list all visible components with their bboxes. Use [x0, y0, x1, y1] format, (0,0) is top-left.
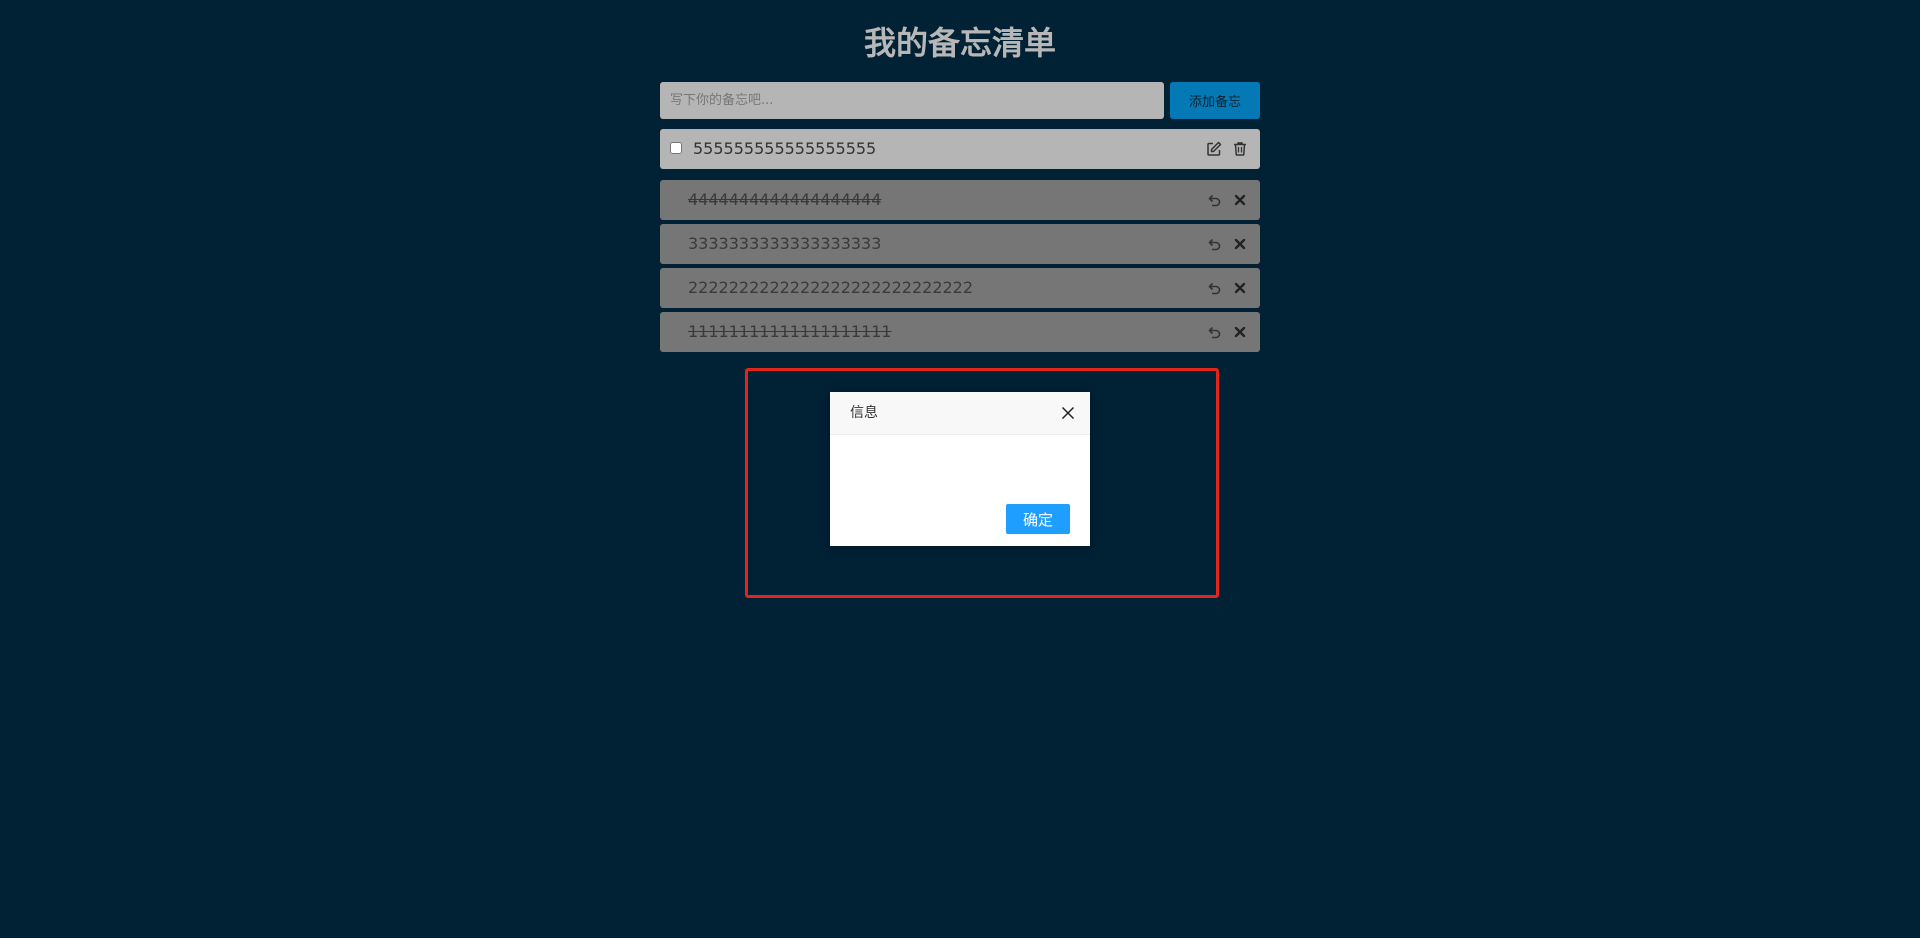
done-list: 4444444444444444444 3333333333333333333 [660, 180, 1260, 356]
todo-checkbox[interactable] [670, 142, 682, 154]
memo-page: 我的备忘清单 添加备忘 555555555555555555 [0, 0, 1920, 938]
close-icon[interactable] [1230, 278, 1250, 298]
done-text: 11111111111111111111 [688, 322, 892, 341]
done-text: 4444444444444444444 [688, 190, 882, 209]
undo-icon[interactable] [1204, 190, 1224, 210]
close-icon[interactable] [1230, 190, 1250, 210]
done-item: 3333333333333333333 [660, 224, 1260, 264]
confirm-button[interactable]: 确定 [1006, 504, 1070, 534]
page-title: 我的备忘清单 [863, 24, 1056, 62]
undo-icon[interactable] [1204, 322, 1224, 342]
done-text: 2222222222222222222222222222 [688, 278, 974, 297]
todo-item: 555555555555555555 [660, 129, 1260, 169]
dialog-close-icon[interactable] [1060, 405, 1076, 421]
done-item: 4444444444444444444 [660, 180, 1260, 220]
info-dialog: 信息 确定 [830, 392, 1090, 546]
close-icon[interactable] [1230, 322, 1250, 342]
done-text: 3333333333333333333 [688, 234, 882, 253]
undo-icon[interactable] [1204, 278, 1224, 298]
dialog-header: 信息 [830, 392, 1090, 435]
done-item: 2222222222222222222222222222 [660, 268, 1260, 308]
trash-icon[interactable] [1230, 139, 1250, 159]
todo-list: 555555555555555555 [660, 129, 1260, 169]
edit-icon[interactable] [1204, 139, 1224, 159]
dialog-title: 信息 [850, 405, 878, 421]
memo-input[interactable] [660, 82, 1164, 119]
add-memo-button[interactable]: 添加备忘 [1170, 82, 1260, 119]
undo-icon[interactable] [1204, 234, 1224, 254]
close-icon[interactable] [1230, 234, 1250, 254]
todo-text[interactable]: 555555555555555555 [693, 129, 876, 169]
add-memo-form: 添加备忘 [660, 82, 1260, 119]
done-item: 11111111111111111111 [660, 312, 1260, 352]
